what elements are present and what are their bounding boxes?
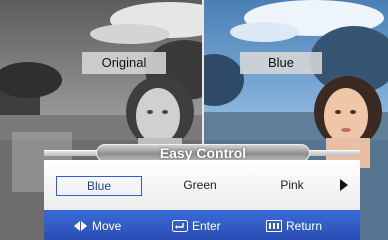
tv-screen: Original Blue Easy Control Blue Green Pi… xyxy=(0,0,388,240)
option-blue[interactable]: Blue xyxy=(56,176,142,196)
hint-return-label: Return xyxy=(286,219,323,233)
osd-options-panel: Blue Green Pink xyxy=(44,160,360,210)
easy-control-osd: Easy Control Blue Green Pink Move Enter xyxy=(44,140,360,240)
left-right-arrows-icon xyxy=(74,220,88,232)
hint-move-label: Move xyxy=(92,219,122,233)
menu-return-icon xyxy=(266,220,282,232)
current-mode-label: Blue xyxy=(240,52,322,74)
hint-return: Return xyxy=(266,218,322,234)
hint-enter: Enter xyxy=(172,218,221,234)
option-pink[interactable]: Pink xyxy=(272,176,312,196)
original-label: Original xyxy=(82,52,166,74)
enter-icon xyxy=(172,220,188,232)
option-green[interactable]: Green xyxy=(170,176,230,196)
next-arrow-icon[interactable] xyxy=(340,179,348,191)
hint-enter-label: Enter xyxy=(192,219,221,233)
hint-move: Move xyxy=(74,218,121,234)
osd-footer: Move Enter Return xyxy=(44,210,360,240)
